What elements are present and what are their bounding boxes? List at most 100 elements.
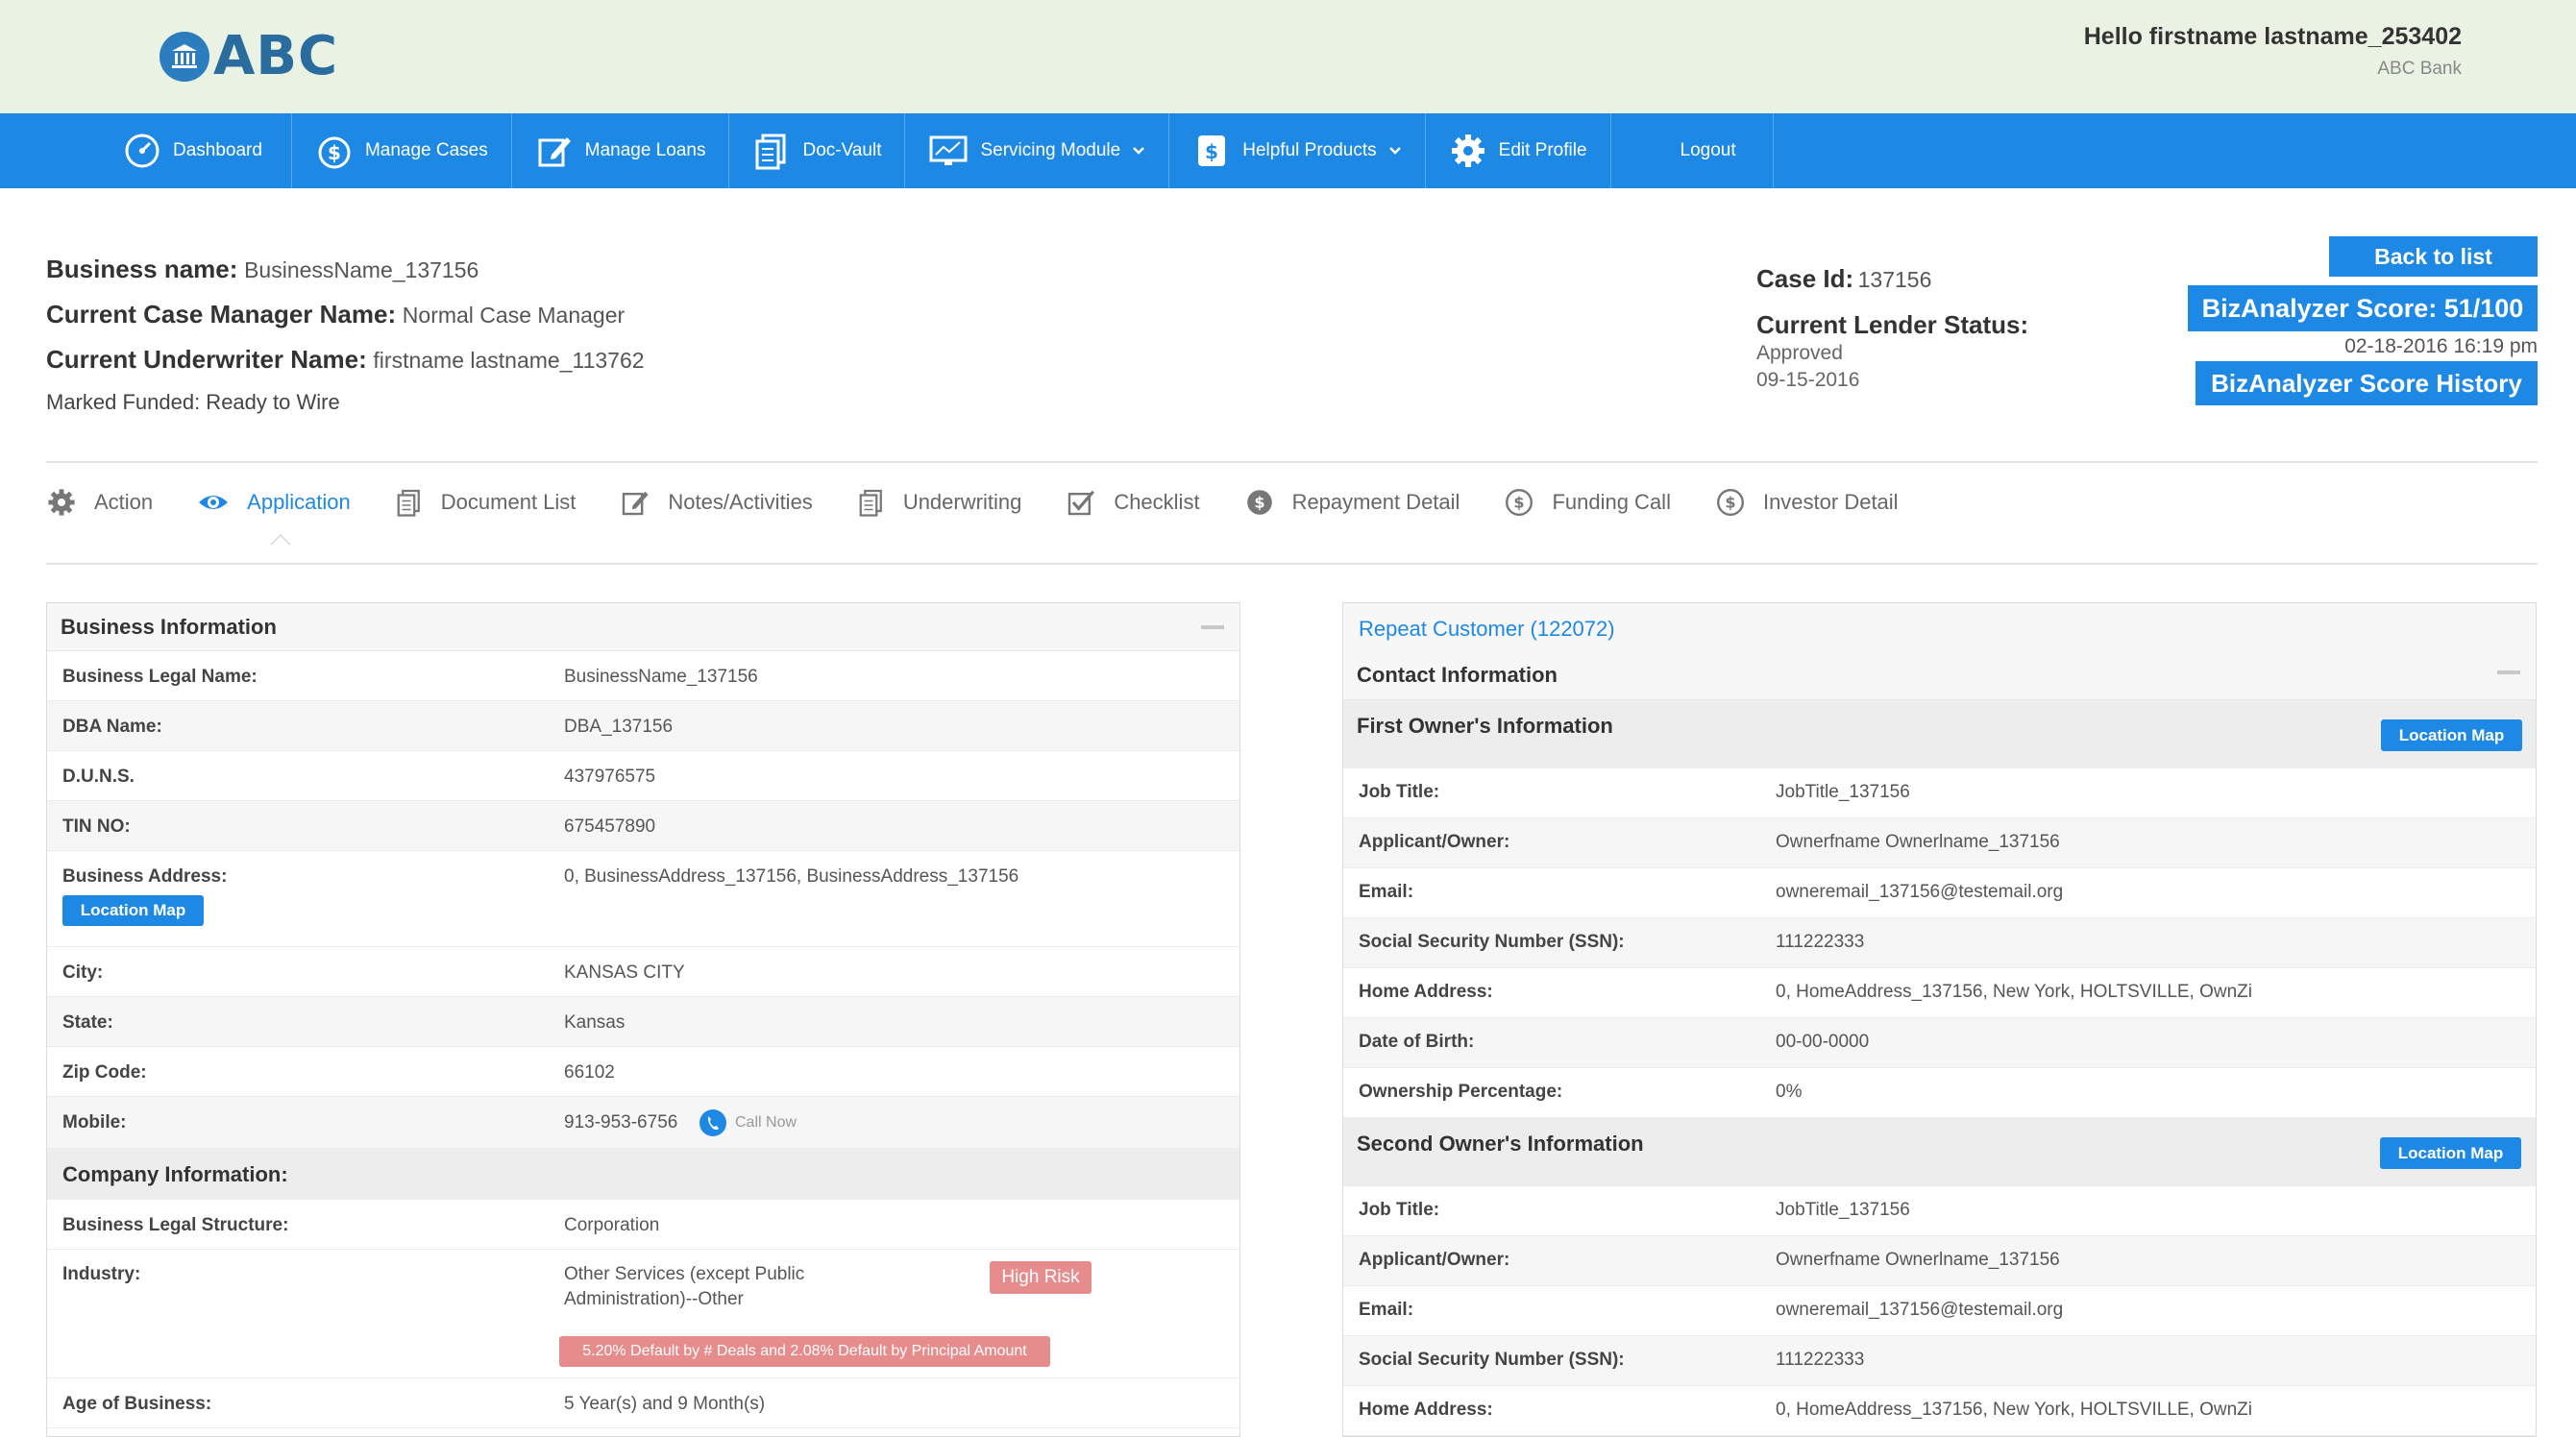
field-label: Ownership Percentage:: [1359, 1082, 1563, 1102]
tab-label: Funding Call: [1552, 490, 1671, 514]
tab-notes-activities[interactable]: Notes/Activities: [620, 487, 813, 518]
field-value: owneremail_137156@testemail.org: [1776, 882, 2064, 902]
tab-action[interactable]: Action: [46, 487, 153, 518]
detail-row: Business Address: 0, BusinessAddress_137…: [47, 851, 1239, 947]
nav-servicing-module[interactable]: Servicing Module: [905, 113, 1170, 188]
field-value: Administration)--Other: [564, 1289, 744, 1309]
case-status: Case Id: 137156 Current Lender Status: A…: [1756, 264, 2028, 394]
detail-row: City: KANSAS CITY: [47, 947, 1239, 997]
svg-text:$: $: [1205, 140, 1218, 163]
tab-repayment-detail[interactable]: $ Repayment Detail: [1244, 487, 1460, 518]
case-manager-row: Current Case Manager Name: Normal Case M…: [46, 300, 645, 345]
field-label: Email:: [1359, 1300, 1414, 1320]
field-value: 00-00-0000: [1776, 1032, 1870, 1052]
phone-icon: [699, 1109, 726, 1136]
user-greeting: Hello firstname lastname_253402 ABC Bank: [2084, 23, 2462, 80]
nav-logout[interactable]: Logout: [1611, 113, 1774, 188]
nav-dashboard[interactable]: Dashboard: [100, 113, 292, 188]
second-owner-header: Second Owner's Information Location Map: [1343, 1118, 2536, 1186]
dollar-icon: $: [1504, 487, 1534, 518]
detail-row: Job Title: JobTitle_137156: [1343, 768, 2536, 818]
bank-logo[interactable]: ABC: [159, 25, 338, 87]
nav-edit-profile[interactable]: Edit Profile: [1426, 113, 1611, 188]
documents-icon: [857, 487, 886, 518]
dollar-icon: $: [1715, 487, 1746, 518]
tab-document-list[interactable]: Document List: [395, 487, 576, 518]
lender-status-label: Current Lender Status:: [1756, 310, 2029, 339]
tab-label: Action: [94, 490, 154, 514]
main-nav: Dashboard $ Manage Cases Manage Loans Do…: [0, 113, 2576, 188]
field-label: TIN NO:: [62, 816, 131, 837]
nav-helpful-products[interactable]: $ Helpful Products: [1169, 113, 1426, 188]
bizanalyzer-score-button[interactable]: BizAnalyzer Score: 51/100: [2188, 285, 2538, 331]
field-value: Kansas: [564, 1012, 626, 1033]
tab-label: Repayment Detail: [1291, 490, 1460, 514]
detail-row: TIN NO: 675457890: [47, 801, 1239, 851]
detail-row: Applicant/Owner: Ownerfname Ownerlname_1…: [1343, 1236, 2536, 1286]
section-title: Company Information:: [62, 1162, 288, 1186]
detail-row: Email: owneremail_137156@testemail.org: [1343, 1286, 2536, 1336]
location-map-button[interactable]: Location Map: [2380, 1137, 2521, 1169]
gear-icon: [1449, 132, 1487, 170]
panel-title: Contact Information: [1357, 663, 1558, 687]
tab-funding-call[interactable]: $ Funding Call: [1504, 487, 1671, 518]
bank-building-icon: [159, 31, 209, 82]
detail-row: DBA Name: DBA_137156: [47, 701, 1239, 751]
money-icon: $: [1244, 487, 1275, 518]
score-history-button[interactable]: BizAnalyzer Score History: [2196, 361, 2538, 405]
nav-doc-vault[interactable]: Doc-Vault: [729, 113, 906, 188]
high-risk-badge: High Risk: [990, 1261, 1092, 1294]
field-value: 0, HomeAddress_137156, New York, HOLTSVI…: [1776, 1400, 2253, 1420]
case-id-label: Case Id:: [1756, 264, 1854, 293]
collapse-icon[interactable]: [1201, 625, 1224, 629]
documents-icon: [752, 132, 791, 170]
top-header: ABC Hello firstname lastname_253402 ABC …: [0, 0, 2576, 113]
panel-header: Contact Information: [1343, 651, 2536, 700]
lender-status-value: Approved: [1756, 342, 1843, 364]
checklist-icon: [1066, 487, 1096, 518]
call-now-button[interactable]: Call Now: [699, 1108, 797, 1137]
active-tab-indicator: [270, 534, 291, 546]
tab-checklist[interactable]: Checklist: [1066, 487, 1200, 518]
nav-manage-cases[interactable]: $ Manage Cases: [292, 113, 512, 188]
field-value: JobTitle_137156: [1776, 1200, 1910, 1220]
tab-label: Notes/Activities: [668, 490, 813, 514]
dollar-icon: $: [315, 132, 354, 170]
business-name-label: Business name:: [46, 255, 238, 283]
panel-header: Business Information: [47, 603, 1239, 651]
nav-manage-loans[interactable]: Manage Loans: [512, 113, 730, 188]
svg-text:$: $: [1514, 494, 1525, 512]
collapse-icon[interactable]: [2497, 670, 2520, 674]
tab-label: Underwriting: [902, 490, 1022, 514]
tab-application[interactable]: Application: [197, 490, 351, 515]
case-summary: Business name: BusinessName_137156 Curre…: [46, 255, 645, 435]
field-label: Job Title:: [1359, 782, 1440, 802]
tab-investor-detail[interactable]: $ Investor Detail: [1715, 487, 1899, 518]
field-label: Applicant/Owner:: [1359, 1250, 1510, 1270]
field-label: Business Address:: [62, 866, 228, 887]
underwriter-value: firstname lastname_113762: [373, 348, 645, 373]
contact-information-panel: Repeat Customer (122072) Contact Informa…: [1342, 602, 2537, 1437]
back-to-list-button[interactable]: Back to list: [2329, 236, 2538, 277]
field-label: Business Legal Name:: [62, 667, 258, 687]
detail-row: Home Address: 0, HomeAddress_137156, New…: [1343, 968, 2536, 1018]
location-map-button[interactable]: Location Map: [2381, 719, 2522, 751]
documents-icon: [395, 487, 424, 518]
field-value: DBA_137156: [564, 717, 674, 737]
case-manager-value: Normal Case Manager: [402, 303, 626, 328]
tab-underwriting[interactable]: Underwriting: [857, 487, 1022, 518]
field-value: BusinessName_137156: [564, 667, 758, 687]
field-value: Other Services (except Public: [564, 1264, 805, 1284]
field-label: D.U.N.S.: [62, 767, 135, 787]
chevron-down-icon: [1388, 146, 1402, 156]
case-id-row: Case Id: 137156: [1756, 264, 2028, 310]
field-label: City:: [62, 962, 104, 983]
lender-status-date: 09-15-2016: [1756, 369, 1860, 391]
repeat-customer-link[interactable]: Repeat Customer (122072): [1359, 617, 1615, 642]
field-value: Ownerfname Ownerlname_137156: [1776, 832, 2060, 852]
field-value: 111222333: [1776, 1350, 1865, 1370]
location-map-button[interactable]: Location Map: [62, 895, 204, 926]
detail-row: Social Security Number (SSN): 111222333: [1343, 918, 2536, 968]
monitor-icon: [928, 132, 969, 170]
detail-row: Date of Birth: 00-00-0000: [1343, 1018, 2536, 1068]
